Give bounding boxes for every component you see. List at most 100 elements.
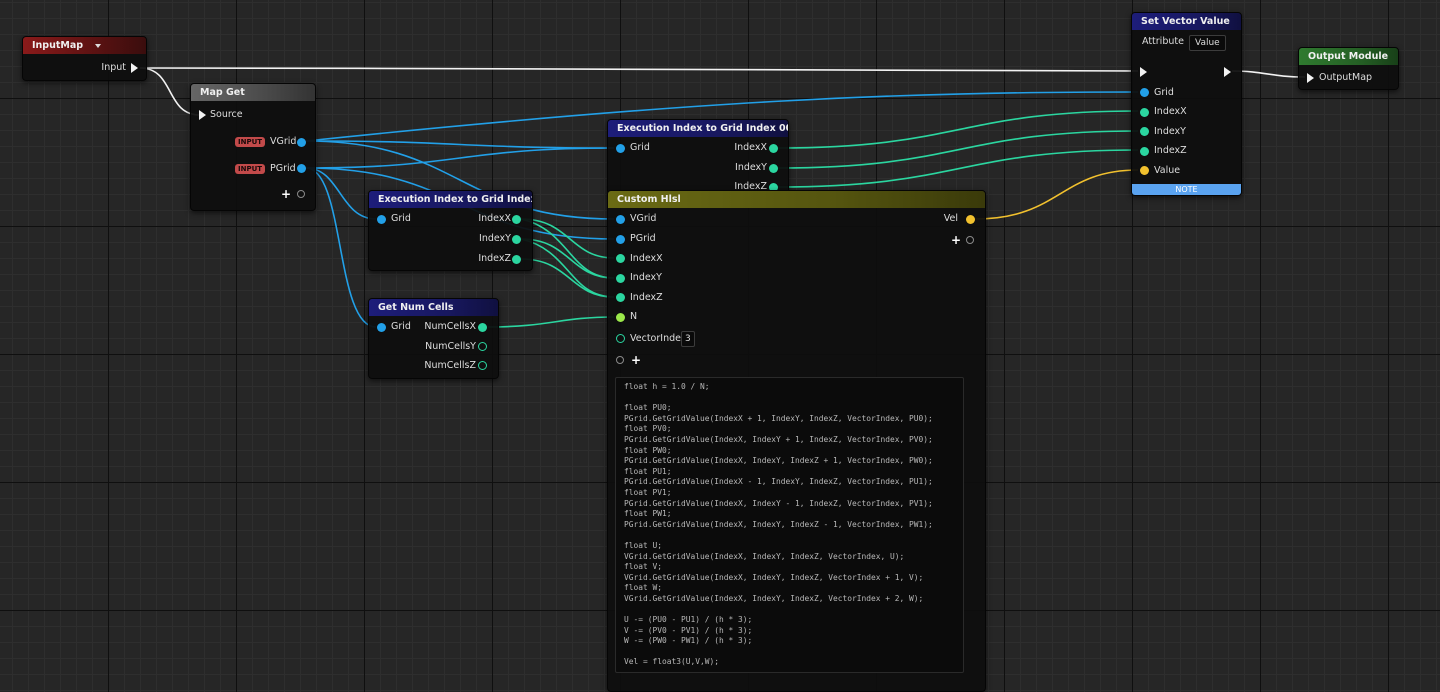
exec-input-pin-icon[interactable] bbox=[1307, 73, 1314, 83]
output-module-node[interactable]: Output Module OutputMap bbox=[1298, 47, 1399, 90]
indexx-output-pin[interactable] bbox=[769, 144, 778, 153]
pgrid-input-pin[interactable] bbox=[616, 235, 625, 244]
indexz-input-pin[interactable] bbox=[1140, 147, 1149, 156]
exec-output-pin-icon[interactable] bbox=[1224, 67, 1231, 77]
pin-label-indexz: IndexZ bbox=[1154, 145, 1187, 156]
indexx-input-pin[interactable] bbox=[1140, 108, 1149, 117]
indexy-input-pin[interactable] bbox=[1140, 127, 1149, 136]
pin-label-indexy: IndexY bbox=[1154, 126, 1186, 137]
pin-label-grid: Grid bbox=[1154, 87, 1174, 98]
indexy-output-pin[interactable] bbox=[769, 164, 778, 173]
grid-input-pin[interactable] bbox=[616, 144, 625, 153]
pin-label-pgrid: PGrid bbox=[270, 163, 296, 174]
wire-input-to-set-vector bbox=[139, 67, 1139, 72]
node-header[interactable]: InputMap bbox=[23, 37, 146, 54]
pin-label-indexx: IndexX bbox=[734, 142, 767, 153]
pin-label-outputmap: OutputMap bbox=[1319, 72, 1373, 83]
pin-label-indexx: IndexX bbox=[630, 253, 663, 264]
pin-label-indexx: IndexX bbox=[1154, 106, 1187, 117]
node-header[interactable]: Set Vector Value bbox=[1132, 13, 1241, 30]
wire-exec-z-to-custom bbox=[520, 258, 615, 298]
add-pin-icon[interactable]: + bbox=[951, 234, 961, 246]
chevron-down-icon[interactable] bbox=[95, 44, 101, 48]
vel-output-pin[interactable] bbox=[966, 215, 975, 224]
exec-index-node[interactable]: Execution Index to Grid Index Grid Index… bbox=[368, 190, 533, 271]
pin-label-pgrid: PGrid bbox=[630, 233, 656, 244]
wire-exec-x-to-custom-b bbox=[520, 218, 615, 279]
vgrid-input-pin[interactable] bbox=[616, 215, 625, 224]
pin-label-numcellsy: NumCellsY bbox=[425, 341, 476, 352]
pin-label-numcellsz: NumCellsZ bbox=[424, 360, 476, 371]
add-output-pin[interactable] bbox=[966, 236, 974, 244]
node-header[interactable]: Map Get bbox=[191, 84, 315, 101]
node-title: Execution Index to Grid Index 001 bbox=[617, 123, 788, 134]
pin-label-grid: Grid bbox=[391, 213, 411, 224]
get-num-cells-node[interactable]: Get Num Cells Grid NumCellsX NumCellsY N… bbox=[368, 298, 499, 379]
exec-input-pin-icon[interactable] bbox=[199, 110, 206, 120]
node-header[interactable]: Output Module bbox=[1299, 48, 1398, 65]
hlsl-code-editor[interactable]: float h = 1.0 / N; float PU0; PGrid.GetG… bbox=[615, 377, 964, 673]
indexx-input-pin[interactable] bbox=[616, 254, 625, 263]
custom-hlsl-node[interactable]: Custom Hlsl VGrid PGrid IndexX IndexY In… bbox=[607, 190, 986, 692]
node-title: InputMap bbox=[32, 40, 84, 51]
exec-output-pin-icon[interactable] bbox=[131, 63, 138, 73]
pin-label-indexz: IndexZ bbox=[630, 292, 663, 303]
vectorindex-input-pin[interactable] bbox=[616, 334, 625, 343]
node-header[interactable]: Custom Hlsl bbox=[608, 191, 985, 208]
grid-input-pin[interactable] bbox=[377, 323, 386, 332]
wire-exec001-y-to-set bbox=[777, 130, 1139, 169]
pin-label-grid: Grid bbox=[391, 321, 411, 332]
add-input-pin[interactable] bbox=[616, 356, 624, 364]
pgrid-output-pin[interactable] bbox=[297, 164, 306, 173]
add-output-pin[interactable] bbox=[297, 190, 305, 198]
node-title: Map Get bbox=[200, 87, 245, 98]
node-title: Get Num Cells bbox=[378, 302, 454, 313]
add-pin-icon[interactable]: + bbox=[281, 188, 291, 200]
pin-label-vel: Vel bbox=[943, 213, 958, 224]
numcellsy-output-pin[interactable] bbox=[478, 342, 487, 351]
pin-label-indexy: IndexY bbox=[735, 162, 767, 173]
pin-label-source: Source bbox=[210, 109, 243, 120]
set-vector-value-node[interactable]: Set Vector Value Attribute Value Grid In… bbox=[1131, 12, 1242, 196]
vgrid-output-pin[interactable] bbox=[297, 138, 306, 147]
wire-exec-y-to-custom bbox=[520, 238, 615, 279]
wire-numcells-to-n bbox=[487, 316, 615, 328]
indexx-output-pin[interactable] bbox=[512, 215, 521, 224]
pin-label-n: N bbox=[630, 311, 638, 322]
grid-input-pin[interactable] bbox=[377, 215, 386, 224]
indexy-output-pin[interactable] bbox=[512, 235, 521, 244]
attribute-value-field[interactable]: Value bbox=[1189, 35, 1226, 51]
wire-pgrid-to-exec bbox=[305, 167, 377, 220]
node-header[interactable]: Execution Index to Grid Index bbox=[369, 191, 532, 208]
wire-vgrid-to-exec001 bbox=[305, 140, 615, 149]
pin-label-indexx: IndexX bbox=[478, 213, 511, 224]
wire-exec001-x-to-set bbox=[777, 110, 1139, 149]
pin-label-numcellsx: NumCellsX bbox=[424, 321, 476, 332]
map-get-node[interactable]: Map Get Source INPUT VGrid INPUT PGrid + bbox=[190, 83, 316, 211]
indexy-input-pin[interactable] bbox=[616, 274, 625, 283]
indexz-output-pin[interactable] bbox=[512, 255, 521, 264]
note-bar[interactable]: NOTE bbox=[1132, 184, 1241, 195]
node-title: Output Module bbox=[1308, 51, 1389, 62]
pin-label-vgrid: VGrid bbox=[270, 136, 297, 147]
n-input-pin[interactable] bbox=[616, 313, 625, 322]
numcellsx-output-pin[interactable] bbox=[478, 323, 487, 332]
numcellsz-output-pin[interactable] bbox=[478, 361, 487, 370]
value-input-pin[interactable] bbox=[1140, 166, 1149, 175]
grid-input-pin[interactable] bbox=[1140, 88, 1149, 97]
add-pin-icon[interactable]: + bbox=[631, 354, 641, 366]
indexz-input-pin[interactable] bbox=[616, 293, 625, 302]
wire-pgrid-to-exec001 bbox=[305, 147, 615, 169]
pin-label-vgrid: VGrid bbox=[630, 213, 657, 224]
input-map-node[interactable]: InputMap Input bbox=[22, 36, 147, 81]
wire-exec001-z-to-set bbox=[777, 149, 1139, 188]
node-header[interactable]: Execution Index to Grid Index 001 bbox=[608, 120, 788, 137]
exec-input-pin-icon[interactable] bbox=[1140, 67, 1147, 77]
vectorindex-value-field[interactable]: 3 bbox=[681, 331, 695, 347]
pin-label-indexy: IndexY bbox=[479, 233, 511, 244]
wire-vel-to-value bbox=[974, 169, 1139, 220]
wire-exec-y-to-custom-b bbox=[520, 238, 615, 298]
node-title: Custom Hlsl bbox=[617, 194, 681, 205]
node-header[interactable]: Get Num Cells bbox=[369, 299, 498, 316]
exec-index-001-node[interactable]: Execution Index to Grid Index 001 Grid I… bbox=[607, 119, 789, 195]
